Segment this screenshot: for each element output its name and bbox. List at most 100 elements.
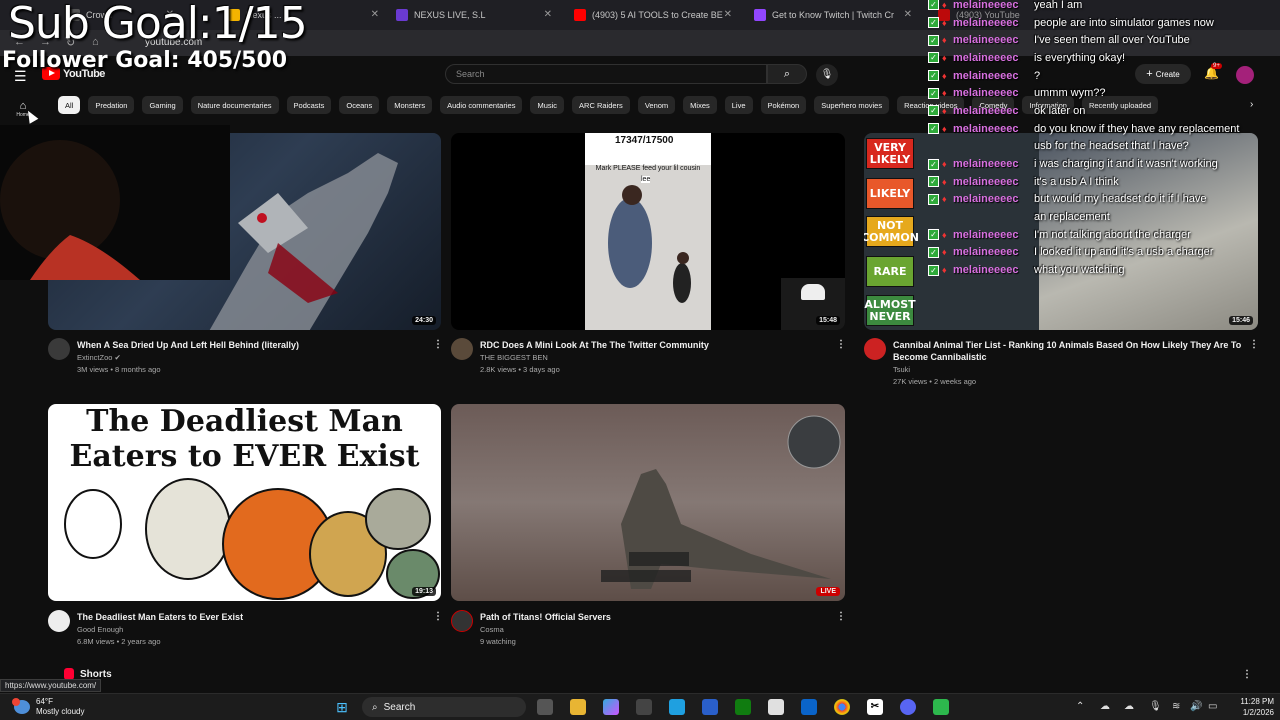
browser-tab[interactable]: Get to Know Twitch | Twitch Cr ✕ (746, 4, 918, 26)
chip[interactable]: Live (724, 96, 753, 114)
chip[interactable]: ARC Raiders (572, 96, 630, 114)
video-frame: 17347/17500 Mark PLEASE feed your lil co… (585, 133, 711, 330)
browser-tab[interactable]: (4903) 5 AI TOOLS to Create BE ✕ (566, 4, 738, 26)
chip[interactable]: Mixes (683, 96, 717, 114)
channel-avatar[interactable] (451, 338, 473, 360)
chip-all[interactable]: All (58, 96, 81, 114)
taskbar-clock[interactable]: 11:28 PM 1/2/2026 (1224, 696, 1274, 718)
more-options-icon[interactable]: ⋮ (1242, 669, 1252, 680)
browser-tab[interactable]: NEXUS LIVE, S.L ✕ (388, 4, 558, 26)
search-input[interactable]: Search (445, 64, 767, 84)
video-title[interactable]: When A Sea Dried Up And Left Hell Behind… (77, 339, 417, 351)
task-view-icon[interactable] (537, 699, 553, 715)
verified-icon: ✔ (114, 353, 121, 362)
battery-icon[interactable]: ▭ (1208, 701, 1217, 712)
chip[interactable]: Music (530, 96, 565, 114)
search-button[interactable]: ⌕ (767, 64, 807, 84)
close-icon[interactable]: ✕ (544, 9, 552, 20)
close-icon[interactable]: ✕ (371, 9, 379, 20)
store-icon[interactable] (768, 699, 784, 715)
close-icon[interactable]: ✕ (724, 9, 732, 20)
checkmark-icon: ✓ (928, 87, 939, 99)
chip[interactable]: Superhero movies (814, 96, 890, 114)
chip[interactable]: Venom (637, 96, 676, 114)
taskbar-search[interactable]: ⌕ Search (362, 697, 526, 717)
chip[interactable]: Podcasts (286, 96, 332, 114)
checkmark-icon: ✓ (928, 34, 939, 46)
close-icon[interactable]: ✕ (904, 9, 912, 20)
channel-name[interactable]: Tsuki (893, 365, 910, 374)
capcut-icon[interactable]: ✂ (867, 699, 883, 715)
app-icon[interactable] (636, 699, 652, 715)
wifi-icon[interactable]: ≋ (1172, 701, 1180, 712)
channel-name[interactable]: THE BIGGEST BEN (480, 353, 548, 362)
windows-start-icon[interactable]: ⊞ (334, 699, 350, 715)
video-thumbnail[interactable]: The Deadliest Man Eaters to EVER Exist 1… (48, 404, 441, 601)
copilot-icon[interactable] (603, 699, 619, 715)
video-thumbnail[interactable]: 17347/17500 Mark PLEASE feed your lil co… (451, 133, 845, 330)
chip[interactable]: Pokémon (760, 96, 807, 114)
chrome-icon[interactable] (834, 699, 850, 715)
video-meta: 2.8K views • 3 days ago (480, 365, 560, 374)
chat-message: ✓ ♦ melaineeeec ok later on (928, 102, 1280, 120)
channel-name[interactable]: Cosma (480, 625, 504, 634)
discord-icon[interactable] (900, 699, 916, 715)
app-icon[interactable] (933, 699, 949, 715)
volume-icon[interactable]: 🔊 (1190, 701, 1202, 712)
channel-avatar[interactable] (48, 338, 70, 360)
chip[interactable]: Audio commentaries (440, 96, 523, 114)
channel-avatar[interactable] (864, 338, 886, 360)
app-icon[interactable] (702, 699, 718, 715)
chip[interactable]: Gaming (142, 96, 183, 114)
channel-name[interactable]: Good Enough (77, 625, 123, 634)
file-explorer-icon[interactable] (570, 699, 586, 715)
video-meta: 27K views • 2 weeks ago (893, 377, 977, 386)
chip[interactable]: Oceans (339, 96, 380, 114)
more-options-icon[interactable]: ⋮ (433, 611, 443, 622)
chat-message: ✓ ♦ melaineeeec I'm not talking about the c… (928, 226, 1280, 244)
channel-avatar[interactable] (451, 610, 473, 632)
video-title[interactable]: Cannibal Animal Tier List - Ranking 10 A… (893, 339, 1243, 363)
onedrive-icon[interactable]: ☁ (1124, 701, 1134, 712)
mic-icon[interactable]: 🎙 (1149, 701, 1162, 712)
drop-icon: ♦ (942, 35, 947, 46)
checkmark-icon: ✓ (928, 264, 939, 276)
weather-widget[interactable]: 64°F Mostly cloudy (12, 697, 84, 717)
tier-label: LIKELY (866, 178, 914, 209)
more-options-icon[interactable]: ⋮ (1249, 339, 1259, 350)
chip[interactable]: Monsters (387, 96, 433, 114)
drop-icon: ♦ (942, 159, 947, 170)
checkmark-icon: ✓ (928, 246, 939, 258)
cloud-icon[interactable]: ☁ (1100, 701, 1110, 712)
video-title[interactable]: Path of Titans! Official Servers (480, 611, 820, 623)
voice-search-button[interactable]: 🎙 (816, 64, 838, 86)
tab-favicon-icon (574, 9, 586, 21)
drop-icon: ♦ (942, 70, 947, 81)
video-thumbnail[interactable]: LIVE (451, 404, 845, 601)
chat-message: ✓ ♦ melaineeeec yeah I am (928, 0, 1280, 14)
drop-icon: ♦ (942, 52, 947, 63)
dinosaur-game-image (601, 415, 841, 589)
checkmark-icon: ✓ (928, 52, 939, 64)
xbox-icon[interactable] (735, 699, 751, 715)
edge-icon[interactable] (669, 699, 685, 715)
more-options-icon[interactable]: ⋮ (433, 339, 443, 350)
counter-text: 17347/17500 (615, 135, 674, 146)
channel-avatar[interactable] (48, 610, 70, 632)
drop-icon: ♦ (942, 0, 947, 10)
video-duration: 15:48 (816, 316, 840, 325)
caption-name: lee (641, 176, 651, 183)
webcam-overlay (0, 125, 230, 280)
video-title[interactable]: RDC Does A Mini Look At The The Twitter … (480, 339, 820, 351)
chat-message: ✓ ♦ melaineeeec I've seen them all over You… (928, 31, 1280, 49)
chevron-up-icon[interactable]: ⌃ (1076, 701, 1084, 712)
chip[interactable]: Nature documentaries (190, 96, 279, 114)
drop-icon: ♦ (942, 265, 947, 276)
video-title[interactable]: The Deadliest Man Eaters to Ever Exist (77, 611, 417, 623)
video-duration: 24:30 (412, 316, 436, 325)
more-options-icon[interactable]: ⋮ (836, 611, 846, 622)
more-options-icon[interactable]: ⋮ (836, 339, 846, 350)
outlook-icon[interactable] (801, 699, 817, 715)
chip[interactable]: Predation (88, 96, 135, 114)
channel-name[interactable]: ExtinctZoo ✔ (77, 353, 121, 362)
